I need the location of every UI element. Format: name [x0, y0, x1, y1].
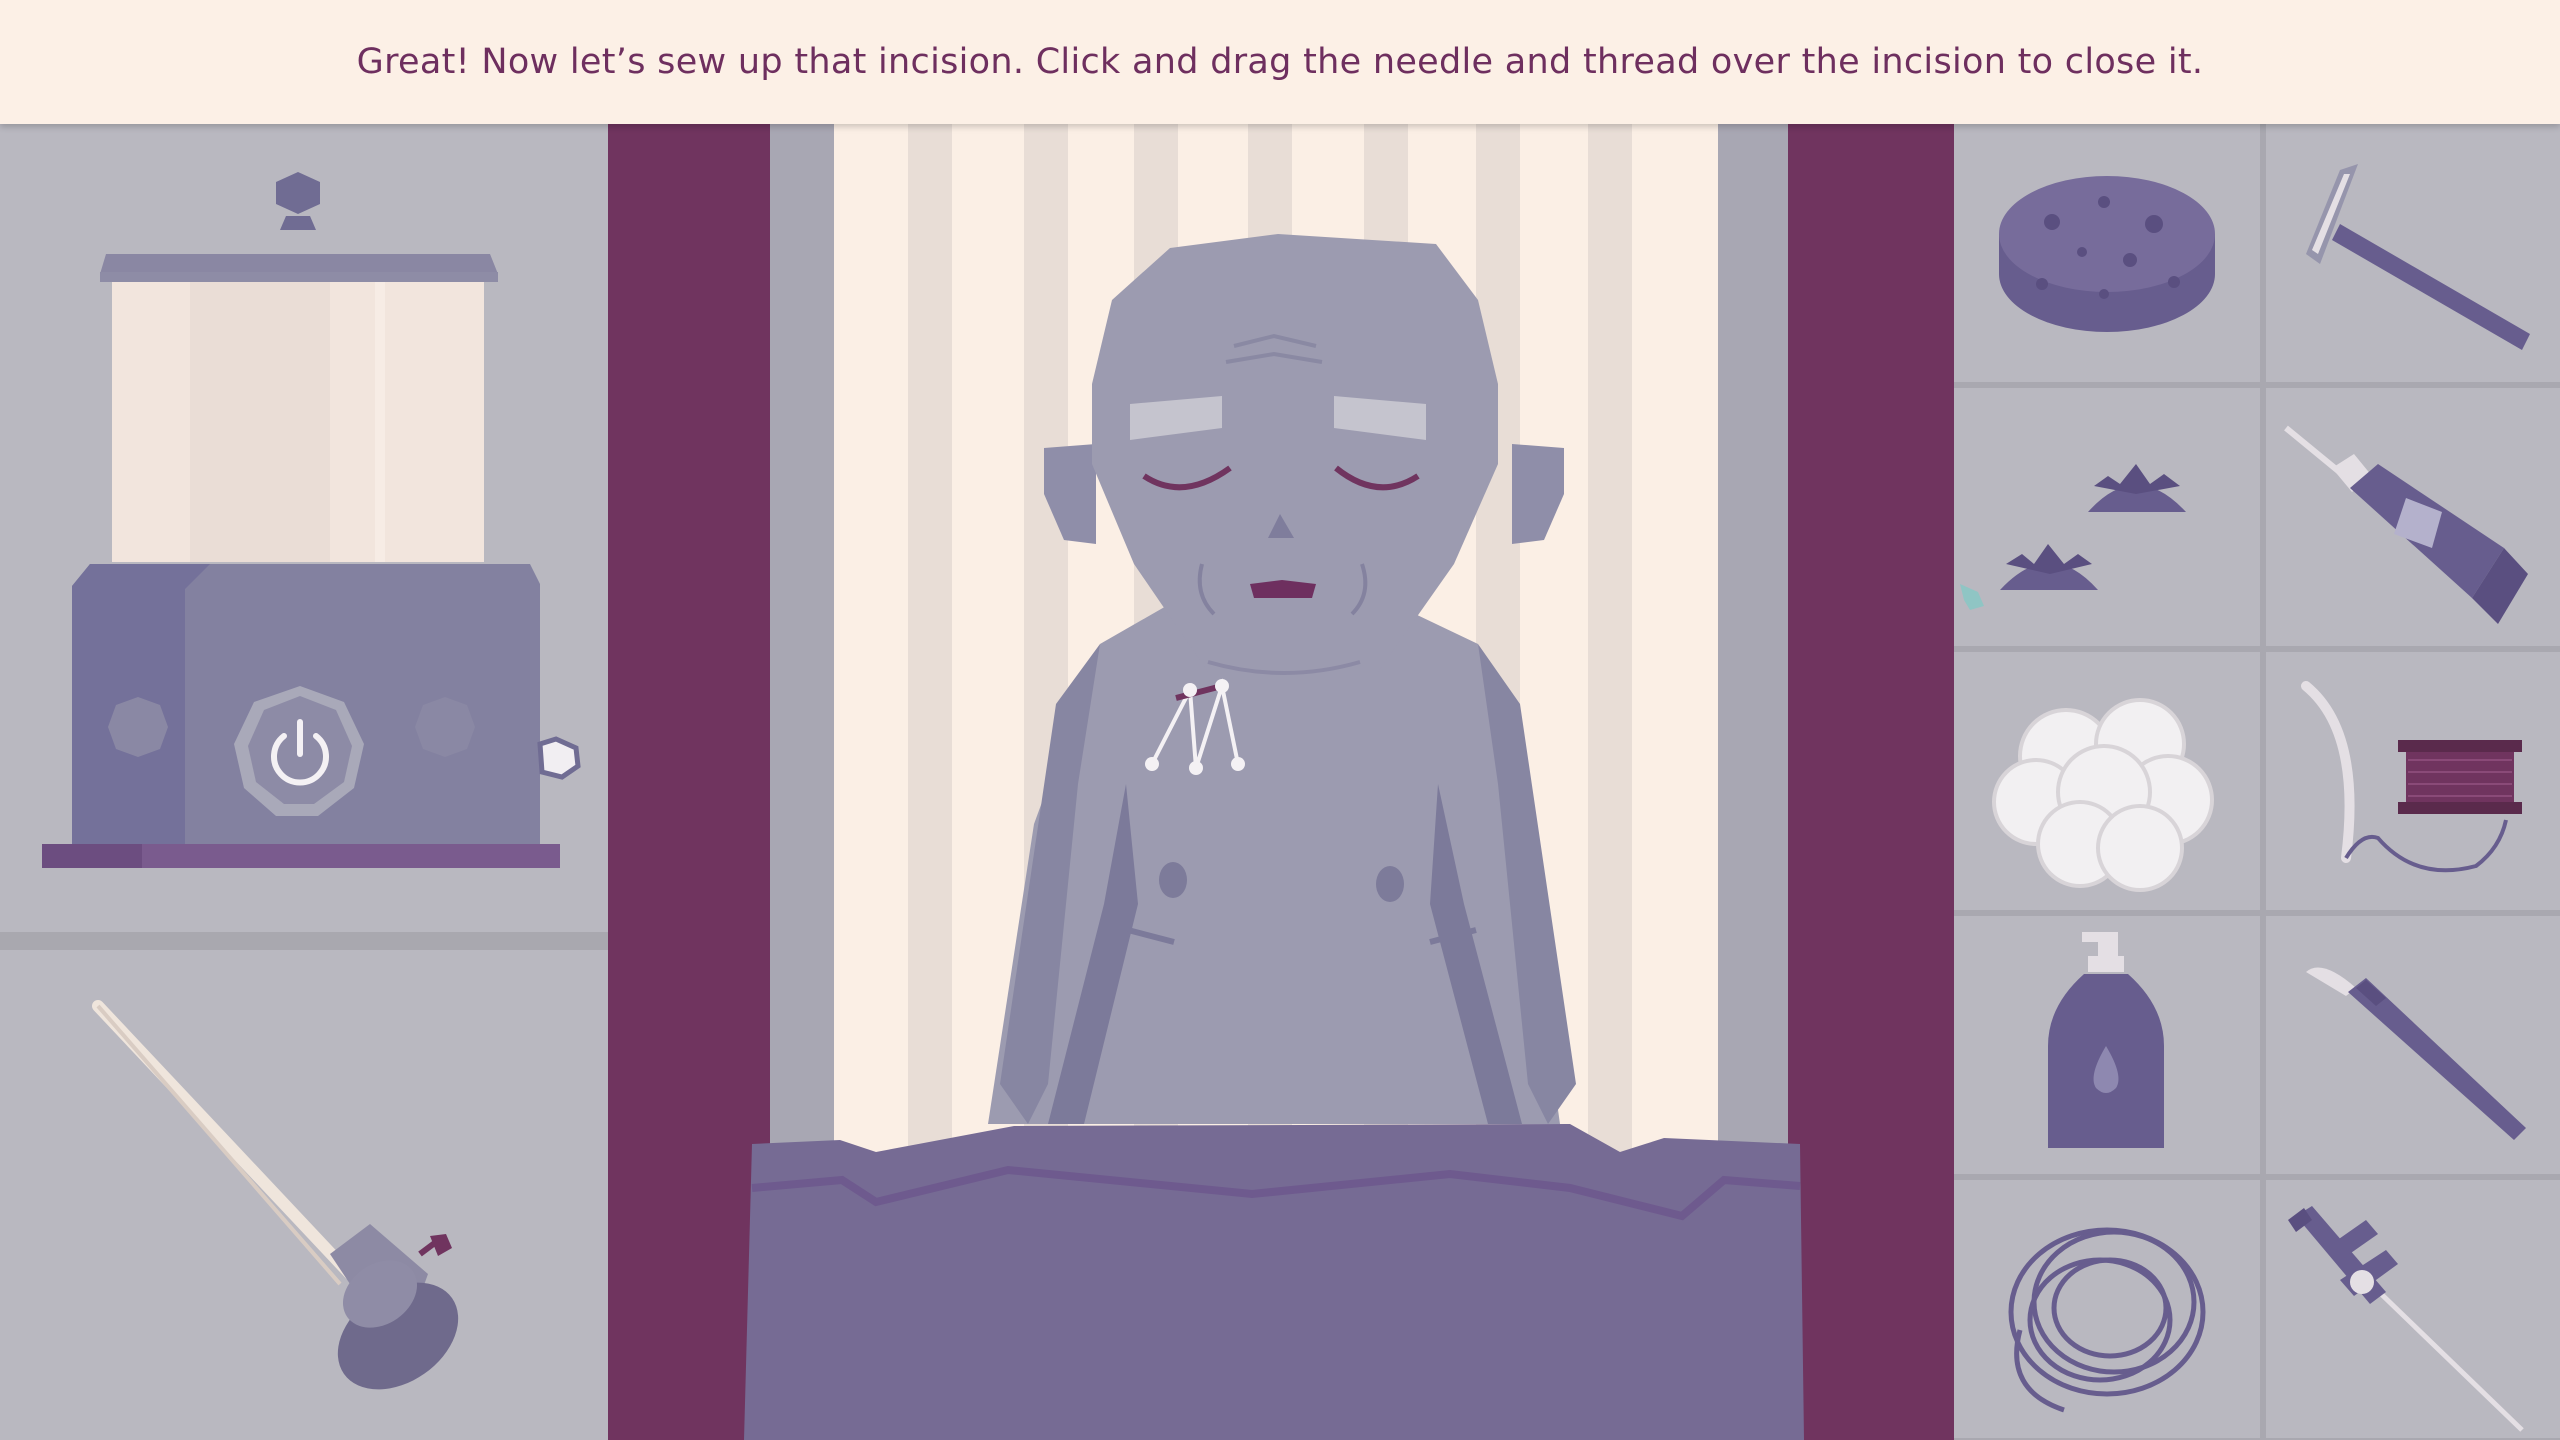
tray-slot-cannula[interactable] [2266, 1180, 2560, 1438]
trocar-icon [92, 1000, 459, 1390]
razor-icon [2306, 164, 2530, 350]
tray-slot-needle-and-thread[interactable] [2266, 652, 2560, 910]
tray-slot-tubing-coil[interactable] [1954, 1180, 2260, 1438]
tray-slot-lotion-bottle[interactable] [1954, 916, 2260, 1174]
trocar-tool[interactable] [80, 984, 510, 1404]
instruction-banner: Great! Now let’s sew up that incision. C… [0, 0, 2560, 124]
sponge-icon [1999, 176, 2215, 332]
lotion-bottle-icon [2048, 932, 2164, 1148]
power-button[interactable] [232, 684, 368, 820]
suture-stitches-icon [1145, 678, 1245, 775]
incision-stitches[interactable] [1128, 664, 1268, 804]
patient[interactable] [608, 124, 1954, 1440]
cannula-icon [2288, 1206, 2524, 1432]
tray-slot-scalpel[interactable] [2266, 916, 2560, 1174]
tray-slot-glue-tube[interactable] [2266, 388, 2560, 646]
glue-tube-icon [2284, 425, 2528, 624]
tray-slot-razor[interactable] [2266, 124, 2560, 382]
tubing-coil-icon [2008, 1227, 2206, 1413]
equipment-panel [0, 124, 608, 1440]
instruction-text: Great! Now let’s sew up that incision. C… [356, 42, 2204, 82]
scalpel-icon [2306, 967, 2526, 1140]
tray-slot-eye-caps[interactable] [1954, 388, 2260, 646]
sterilizer-machine[interactable] [30, 164, 590, 924]
tray-slot-cotton-balls[interactable] [1954, 652, 2260, 910]
eye-caps-icon [1960, 464, 2186, 610]
cotton-balls-icon [1992, 698, 2214, 892]
patient-stage [608, 124, 1954, 1440]
tool-tray [1954, 124, 2560, 1440]
needle-and-thread-icon [2301, 681, 2522, 873]
tray-slot-sponge[interactable] [1954, 124, 2260, 382]
